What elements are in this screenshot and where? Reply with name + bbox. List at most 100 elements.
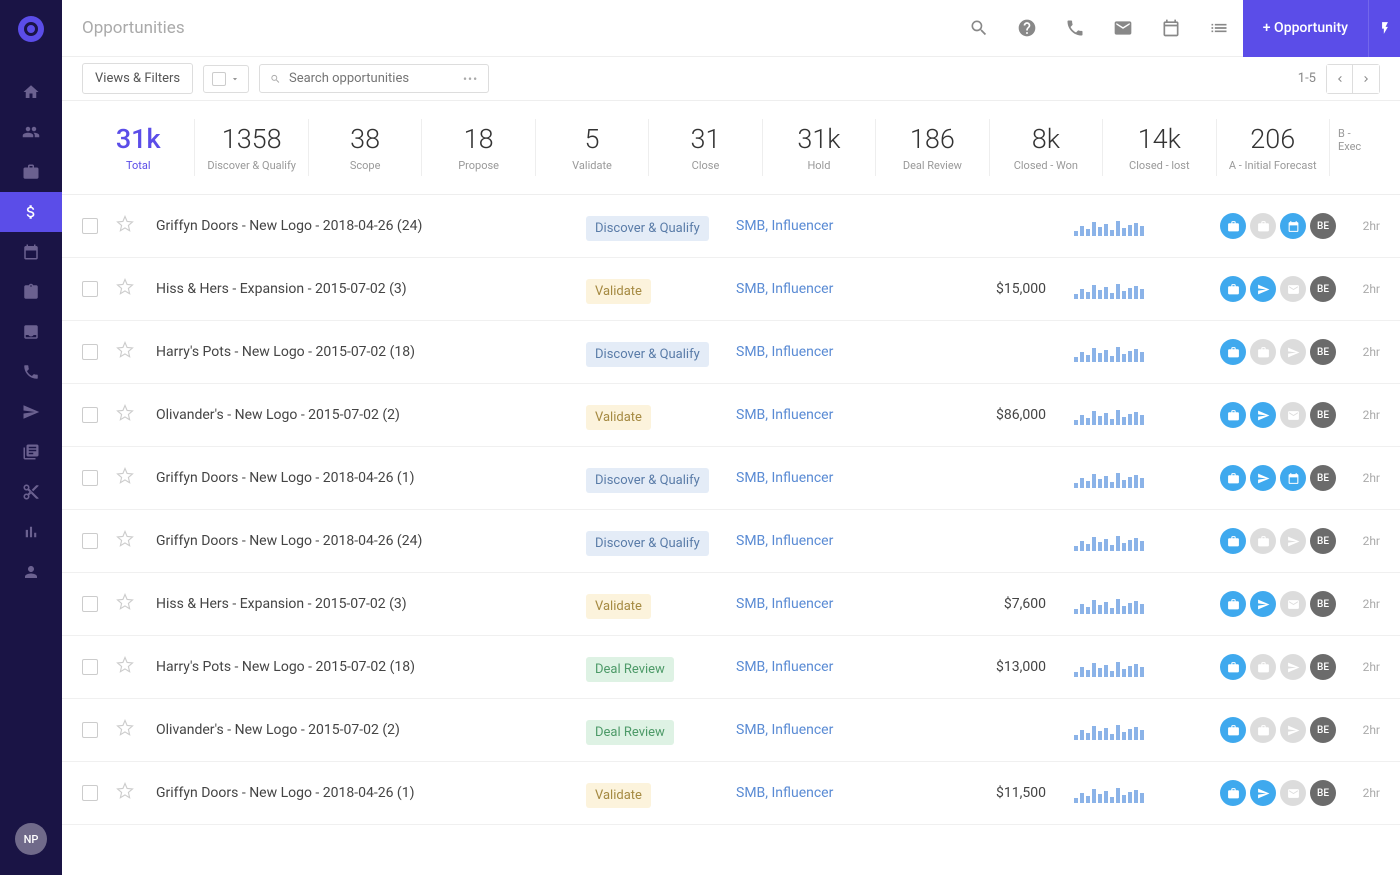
row-action-icon[interactable]: [1220, 528, 1246, 554]
row-action-icon[interactable]: [1220, 654, 1246, 680]
row-action-icon[interactable]: [1250, 339, 1276, 365]
tags[interactable]: SMB, Influencer: [736, 596, 966, 612]
nav-cut-icon[interactable]: [0, 472, 62, 512]
row-checkbox[interactable]: [82, 596, 98, 612]
owner-avatar[interactable]: BE: [1310, 528, 1336, 554]
stat-closed-lost[interactable]: 14kClosed - lost: [1103, 119, 1216, 176]
star-icon[interactable]: [116, 215, 134, 237]
row-action-icon[interactable]: [1220, 465, 1246, 491]
row-action-icon[interactable]: [1280, 213, 1306, 239]
row-action-icon[interactable]: [1220, 591, 1246, 617]
opportunity-row[interactable]: Hiss & Hers - Expansion - 2015-07-02 (3)…: [62, 258, 1400, 321]
star-icon[interactable]: [116, 719, 134, 741]
nav-calendar-icon[interactable]: [0, 232, 62, 272]
row-action-icon[interactable]: [1250, 465, 1276, 491]
row-action-icon[interactable]: [1280, 591, 1306, 617]
tags[interactable]: SMB, Influencer: [736, 722, 966, 738]
more-icon[interactable]: •••: [463, 72, 478, 86]
next-page-button[interactable]: [1353, 65, 1379, 93]
owner-avatar[interactable]: BE: [1310, 213, 1336, 239]
row-checkbox[interactable]: [82, 659, 98, 675]
calendar-top-icon[interactable]: [1147, 18, 1195, 38]
stat-scope[interactable]: 38Scope: [309, 119, 422, 176]
star-icon[interactable]: [116, 404, 134, 426]
select-all-checkbox[interactable]: [203, 65, 249, 93]
user-avatar[interactable]: NP: [15, 823, 47, 855]
nav-phone-icon[interactable]: [0, 352, 62, 392]
row-action-icon[interactable]: [1280, 402, 1306, 428]
opportunity-row[interactable]: Harry's Pots - New Logo - 2015-07-02 (18…: [62, 636, 1400, 699]
row-checkbox[interactable]: [82, 533, 98, 549]
stat-hold[interactable]: 31kHold: [763, 119, 876, 176]
tags[interactable]: SMB, Influencer: [736, 533, 966, 549]
opportunity-row[interactable]: Griffyn Doors - New Logo - 2018-04-26 (2…: [62, 510, 1400, 573]
opportunity-row[interactable]: Olivander's - New Logo - 2015-07-02 (2)D…: [62, 699, 1400, 762]
owner-avatar[interactable]: BE: [1310, 654, 1336, 680]
row-action-icon[interactable]: [1220, 213, 1246, 239]
row-action-icon[interactable]: [1250, 276, 1276, 302]
star-icon[interactable]: [116, 656, 134, 678]
star-icon[interactable]: [116, 467, 134, 489]
star-icon[interactable]: [116, 278, 134, 300]
nav-briefcase-icon[interactable]: [0, 152, 62, 192]
owner-avatar[interactable]: BE: [1310, 780, 1336, 806]
search-icon[interactable]: [955, 18, 1003, 38]
nav-person-icon[interactable]: [0, 552, 62, 592]
bolt-icon[interactable]: [1368, 0, 1400, 57]
add-opportunity-button[interactable]: + Opportunity: [1243, 0, 1368, 57]
star-icon[interactable]: [116, 530, 134, 552]
owner-avatar[interactable]: BE: [1310, 717, 1336, 743]
nav-inbox-icon[interactable]: [0, 312, 62, 352]
stat-propose[interactable]: 18Propose: [422, 119, 535, 176]
opportunity-row[interactable]: Griffyn Doors - New Logo - 2018-04-26 (2…: [62, 195, 1400, 258]
opportunity-row[interactable]: Griffyn Doors - New Logo - 2018-04-26 (1…: [62, 762, 1400, 825]
row-checkbox[interactable]: [82, 344, 98, 360]
row-checkbox[interactable]: [82, 407, 98, 423]
owner-avatar[interactable]: BE: [1310, 402, 1336, 428]
row-action-icon[interactable]: [1220, 402, 1246, 428]
row-action-icon[interactable]: [1220, 717, 1246, 743]
stat-close[interactable]: 31Close: [649, 119, 762, 176]
nav-people-icon[interactable]: [0, 112, 62, 152]
nav-home-icon[interactable]: [0, 72, 62, 112]
row-action-icon[interactable]: [1250, 591, 1276, 617]
stat-discover-qualify[interactable]: 1358Discover & Qualify: [195, 119, 308, 176]
row-action-icon[interactable]: [1280, 780, 1306, 806]
opportunity-row[interactable]: Olivander's - New Logo - 2015-07-02 (2)V…: [62, 384, 1400, 447]
row-action-icon[interactable]: [1250, 717, 1276, 743]
row-action-icon[interactable]: [1280, 528, 1306, 554]
nav-book-icon[interactable]: [0, 432, 62, 472]
phone-icon[interactable]: [1051, 18, 1099, 38]
opportunity-row[interactable]: Griffyn Doors - New Logo - 2018-04-26 (1…: [62, 447, 1400, 510]
tags[interactable]: SMB, Influencer: [736, 218, 966, 234]
star-icon[interactable]: [116, 593, 134, 615]
row-action-icon[interactable]: [1220, 780, 1246, 806]
row-checkbox[interactable]: [82, 218, 98, 234]
tags[interactable]: SMB, Influencer: [736, 344, 966, 360]
row-action-icon[interactable]: [1250, 654, 1276, 680]
opportunity-row[interactable]: Harry's Pots - New Logo - 2015-07-02 (18…: [62, 321, 1400, 384]
row-checkbox[interactable]: [82, 281, 98, 297]
tags[interactable]: SMB, Influencer: [736, 407, 966, 423]
row-action-icon[interactable]: [1280, 276, 1306, 302]
nav-send-icon[interactable]: [0, 392, 62, 432]
search-input[interactable]: [289, 71, 455, 86]
views-filters-button[interactable]: Views & Filters: [82, 63, 193, 94]
stat-validate[interactable]: 5Validate: [536, 119, 649, 176]
tags[interactable]: SMB, Influencer: [736, 785, 966, 801]
stat-b-exec[interactable]: B - Exec: [1330, 119, 1380, 176]
nav-clipboard-icon[interactable]: [0, 272, 62, 312]
stat-closed-won[interactable]: 8kClosed - Won: [990, 119, 1103, 176]
tags[interactable]: SMB, Influencer: [736, 659, 966, 675]
owner-avatar[interactable]: BE: [1310, 465, 1336, 491]
row-action-icon[interactable]: [1250, 528, 1276, 554]
row-action-icon[interactable]: [1250, 402, 1276, 428]
list-icon[interactable]: [1195, 18, 1243, 38]
row-action-icon[interactable]: [1220, 339, 1246, 365]
owner-avatar[interactable]: BE: [1310, 276, 1336, 302]
row-checkbox[interactable]: [82, 470, 98, 486]
nav-analytics-icon[interactable]: [0, 512, 62, 552]
tags[interactable]: SMB, Influencer: [736, 281, 966, 297]
row-action-icon[interactable]: [1280, 717, 1306, 743]
mail-icon[interactable]: [1099, 18, 1147, 38]
